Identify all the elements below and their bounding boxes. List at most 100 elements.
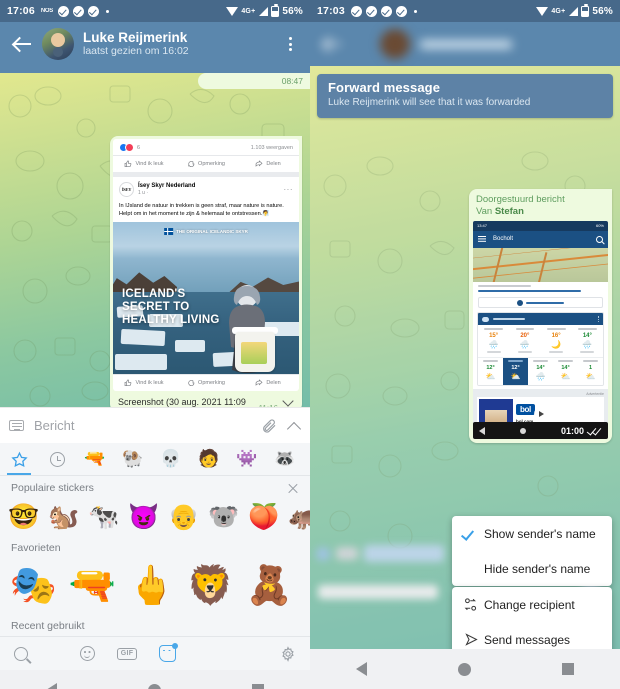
share-button[interactable]: Delen (237, 379, 299, 387)
headline-line-1: ICELAND'S (122, 288, 186, 301)
nav-back-icon[interactable] (355, 662, 367, 676)
sticker-tab-7[interactable]: 🦝 (266, 443, 304, 475)
contact-name-blurred (420, 39, 512, 49)
sticker-tab-favorites[interactable] (0, 443, 38, 475)
close-icon[interactable] (287, 482, 299, 494)
sticker-item[interactable]: 🧸 (241, 558, 298, 614)
nav-back-icon[interactable] (479, 426, 485, 435)
like-button[interactable]: Vind ik leuk (113, 379, 175, 387)
page-logo: ÍSEY (119, 182, 134, 197)
search-icon[interactable] (14, 646, 28, 661)
overflow-menu-icon[interactable] (281, 33, 299, 55)
battery-icon (581, 3, 590, 17)
forecast-card-header (478, 313, 603, 326)
week-cell-selected[interactable]: 12° ⛅ (503, 358, 528, 386)
comment-label: Opmerking (198, 161, 225, 167)
forwarded-message-bubble[interactable]: Doorgestuurd bericht Van Stefan 13:47 60… (469, 189, 612, 444)
menu-item-show-sender-name[interactable]: Show sender's name (452, 516, 612, 551)
keyboard-icon[interactable] (9, 420, 24, 431)
sticker-item[interactable]: 😈 (125, 498, 163, 536)
video-player-bar: 01:00 (473, 422, 608, 440)
sticker-icon[interactable] (159, 643, 179, 662)
all-weather-news-button[interactable] (478, 297, 603, 309)
search-icon[interactable] (596, 235, 603, 243)
like-button[interactable]: Vind ik leuk (113, 160, 175, 168)
sticker-item[interactable]: 🦁 (182, 558, 239, 614)
sticker-item[interactable]: 👴 (165, 498, 203, 536)
week-cell[interactable]: 14° ⛅ (553, 358, 578, 385)
chevron-up-icon[interactable] (287, 419, 301, 433)
double-check-icon (588, 426, 602, 435)
tub-label (241, 342, 267, 365)
weather-caption-block (473, 282, 608, 295)
thumbs-up-icon (125, 160, 132, 167)
overflow-menu-icon[interactable] (597, 316, 599, 323)
gif-button[interactable]: GIF (116, 647, 138, 660)
sticker-tab-2[interactable]: 🔫 (76, 443, 114, 475)
comment-icon (188, 161, 195, 167)
android-nav-bar-right (310, 649, 620, 689)
sticker-item[interactable]: 🎭 (5, 558, 62, 614)
paperclip-icon[interactable] (261, 417, 277, 435)
nav-home-icon[interactable] (519, 427, 526, 434)
network-label: 4G+ (241, 7, 256, 15)
fb-reaction-row: 6 1.103 weergaven (113, 139, 299, 155)
week-cell[interactable]: 14° 🌧️ (528, 358, 553, 385)
nav-home-icon[interactable] (147, 683, 161, 689)
sticker-tabs: 🔫 🐏 💀 🧑 👾 🦝 🍀 (0, 443, 310, 476)
forwarded-from-name: Stefan (494, 205, 524, 217)
forwarded-screenshot-image: 13:47 60% Bocholt 15° 🌧️ 20° 🌧️ 16° 🌙 14… (473, 220, 608, 440)
menu-label: Hide sender's name (484, 561, 591, 576)
play-button-icon[interactable] (533, 407, 548, 422)
dot-icon (105, 9, 109, 13)
week-cell[interactable]: 1 ⛅ (578, 358, 603, 385)
back-arrow-icon[interactable] (12, 33, 34, 55)
post-overflow-icon[interactable]: ··· (284, 185, 294, 194)
screenshot-message-bubble[interactable]: 6 1.103 weergaven Vind ik leuk Opmerking (110, 136, 302, 407)
sticker-tab-recent[interactable] (38, 443, 76, 475)
forward-banner-subtitle: Luke Reijmerink will see that it was for… (328, 97, 531, 108)
week-cell[interactable]: 12° ⛅ (478, 358, 503, 385)
battery-icon (271, 3, 280, 17)
nav-back-icon[interactable] (45, 683, 57, 689)
comment-icon (188, 380, 195, 387)
menu-item-change-recipient[interactable]: Change recipient (452, 587, 612, 622)
comment-button[interactable]: Opmerking (175, 379, 237, 387)
avatar[interactable] (380, 29, 410, 59)
nav-home-icon[interactable] (457, 662, 471, 676)
sticker-tab-3[interactable]: 🐏 (114, 443, 152, 475)
sticker-tab-5[interactable]: 🧑 (190, 443, 228, 475)
page-name[interactable]: Ísey Skyr Nederland (138, 183, 195, 190)
sticker-item[interactable]: 🍑 (245, 498, 283, 536)
chevron-down-icon[interactable] (279, 393, 297, 407)
emoji-icon[interactable] (79, 646, 95, 661)
sticker-item[interactable]: 🐨 (205, 498, 243, 536)
sticker-tab-6[interactable]: 👾 (228, 443, 266, 475)
message-input[interactable]: Bericht (34, 418, 261, 433)
sticker-item[interactable]: 🖕 (123, 558, 180, 614)
left-phone-screen: 17:06 NOS 4G+ 56% Luke Reijmerink laatst… (0, 0, 310, 689)
previous-message-bubble[interactable]: 08:47 (198, 73, 310, 89)
sticker-item[interactable]: 🦛 (285, 498, 310, 536)
sticker-item[interactable]: 🐿️ (45, 498, 83, 536)
back-arrow-icon[interactable] (322, 33, 344, 55)
sticker-tab-4[interactable]: 💀 (152, 443, 190, 475)
sticker-item[interactable]: 🐄 (85, 498, 123, 536)
sticker-item[interactable]: 🔫 (64, 558, 121, 614)
section-title: Favorieten (11, 542, 61, 554)
nav-recents-icon[interactable] (562, 663, 575, 675)
forward-overlay-area: Forward message Luke Reijmerink will see… (310, 66, 620, 649)
comment-button[interactable]: Opmerking (175, 160, 237, 168)
hamburger-icon[interactable] (478, 236, 486, 242)
signal-icon (568, 6, 579, 16)
nav-recents-icon[interactable] (252, 684, 265, 689)
week-icon: ⛅ (485, 372, 496, 382)
sticker-item[interactable]: 🤓 (5, 498, 43, 536)
menu-item-send-messages[interactable]: Send messages (452, 622, 612, 649)
share-button[interactable]: Delen (237, 160, 299, 168)
file-name: Screenshot (30 aug. 2021 11:09 (118, 397, 246, 407)
avatar[interactable] (42, 28, 74, 60)
gear-icon[interactable] (280, 645, 296, 662)
menu-item-hide-sender-name[interactable]: Hide sender's name (452, 551, 612, 586)
forecast-cell: 20° 🌧️ (509, 328, 540, 354)
